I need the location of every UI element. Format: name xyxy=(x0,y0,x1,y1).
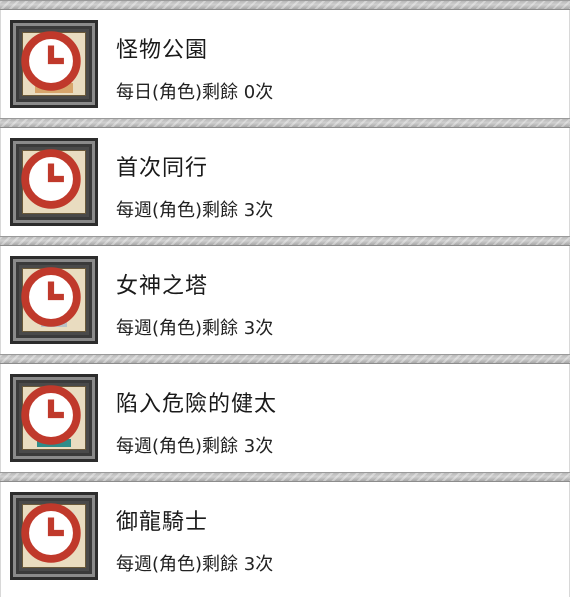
icon-frame xyxy=(10,138,98,226)
list-item-kenta-in-danger[interactable]: 陷入危險的健太 每週(角色)剩餘 3次 xyxy=(0,364,570,472)
list-item-goddess-tower[interactable]: 女神之塔 每週(角色)剩餘 3次 xyxy=(0,246,570,354)
clock-icon xyxy=(21,503,81,563)
item-title: 首次同行 xyxy=(116,156,209,181)
first-companion-icon xyxy=(21,149,86,214)
row-divider xyxy=(0,354,570,364)
icon-frame xyxy=(10,20,98,108)
row-divider xyxy=(0,236,570,246)
item-title: 女神之塔 xyxy=(116,274,209,299)
list-item-monster-park[interactable]: 怪物公園 每日(角色)剩餘 0次 xyxy=(0,10,570,118)
item-remaining: 每週(角色)剩餘 3次 xyxy=(116,436,274,457)
kenta-in-danger-icon xyxy=(21,385,86,450)
icon-frame xyxy=(10,256,98,344)
row-divider xyxy=(0,472,570,482)
clock-icon xyxy=(21,149,81,209)
clock-icon xyxy=(21,385,81,445)
row-divider xyxy=(0,0,570,10)
item-remaining: 每週(角色)剩餘 3次 xyxy=(116,318,274,339)
icon-frame xyxy=(10,492,98,580)
list-item-first-companion[interactable]: 首次同行 每週(角色)剩餘 3次 xyxy=(0,128,570,236)
list-item-dragon-rider[interactable]: 御龍騎士 每週(角色)剩餘 3次 xyxy=(0,482,570,597)
icon-frame xyxy=(10,374,98,462)
monster-park-icon xyxy=(21,31,86,96)
clock-icon xyxy=(21,267,81,327)
item-remaining: 每週(角色)剩餘 3次 xyxy=(116,200,274,221)
item-remaining: 每週(角色)剩餘 3次 xyxy=(116,554,274,575)
item-title: 御龍騎士 xyxy=(116,510,209,535)
content-list: 怪物公園 每日(角色)剩餘 0次 首次同行 每週(角色)剩餘 3次 女神之塔 每… xyxy=(0,0,570,597)
dragon-rider-icon xyxy=(21,503,86,568)
row-divider xyxy=(0,118,570,128)
item-title: 怪物公園 xyxy=(116,38,209,63)
item-remaining: 每日(角色)剩餘 0次 xyxy=(116,82,274,103)
clock-icon xyxy=(21,31,81,91)
item-title: 陷入危險的健太 xyxy=(116,392,278,417)
goddess-tower-icon xyxy=(21,267,86,332)
